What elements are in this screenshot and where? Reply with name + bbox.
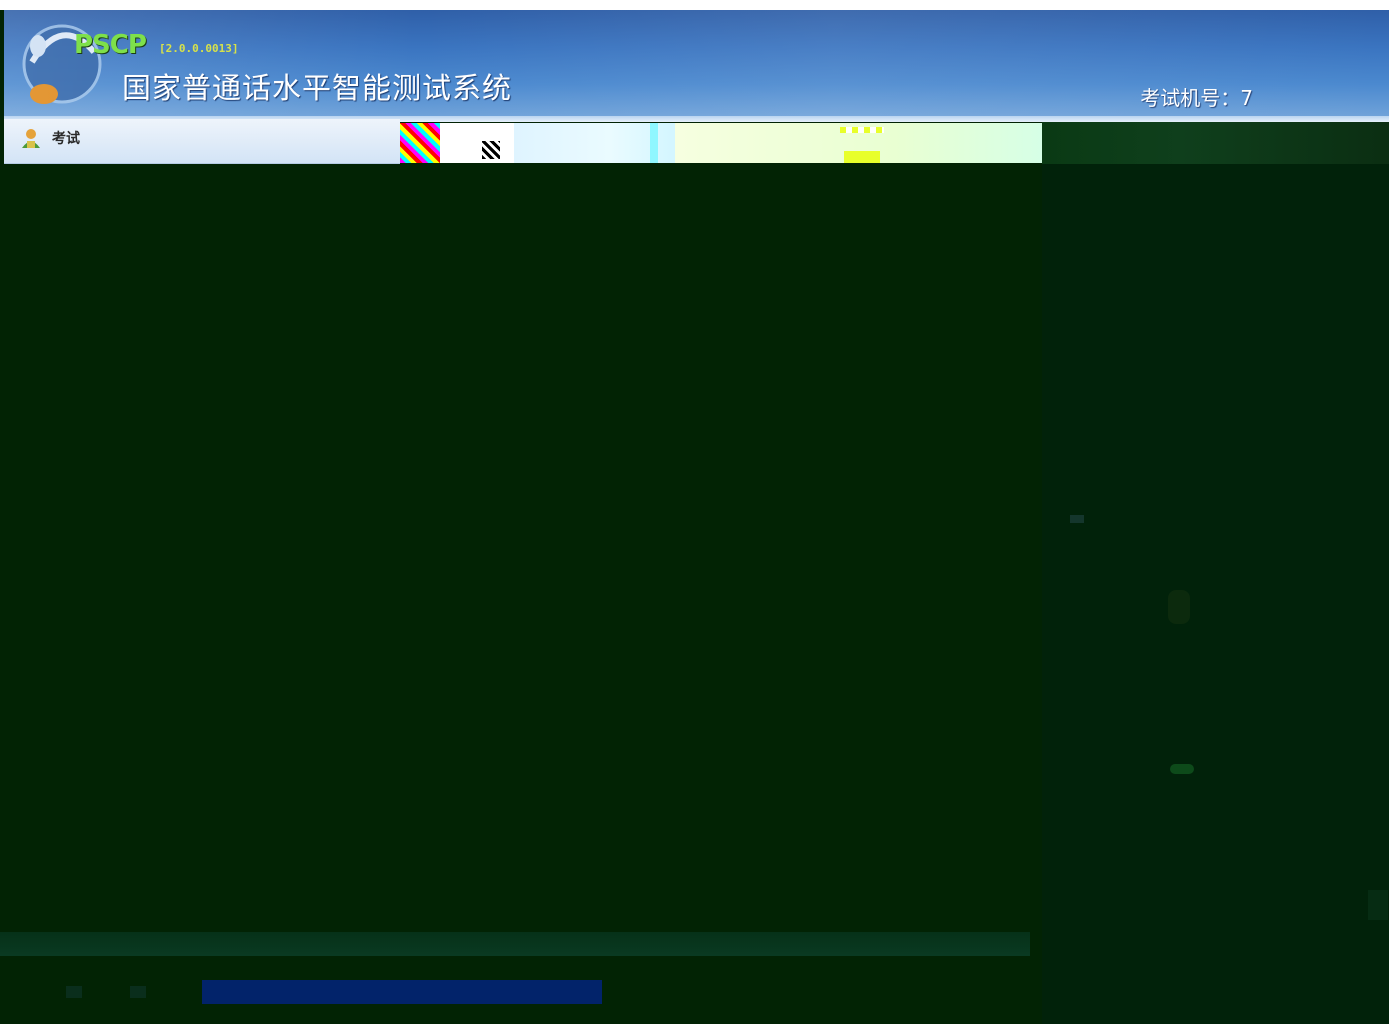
progress-bar	[202, 980, 602, 1004]
right-panel-marker	[1170, 764, 1194, 774]
artifact-block	[844, 151, 880, 163]
rendering-artifact-strip	[400, 123, 1042, 163]
version-label: [2.0.0.0013]	[159, 42, 239, 55]
artifact-block	[482, 141, 500, 159]
examiner-person-icon	[22, 129, 40, 148]
bottom-icon	[66, 986, 82, 998]
menu-item-exam[interactable]: 考试	[20, 127, 80, 149]
artifact-block	[650, 123, 658, 163]
artifact-block	[840, 127, 884, 133]
right-panel	[1042, 122, 1389, 1024]
bottom-icon	[130, 986, 146, 998]
brand-logo-text: PSCP	[74, 30, 147, 60]
menu-item-label: 考试	[52, 131, 80, 147]
app-window: PSCP [2.0.0.0013] 国家普通话水平智能测试系统 考试机号：7 考…	[0, 0, 1389, 1024]
right-panel-header	[1042, 122, 1389, 164]
machine-number: 考试机号：7	[1140, 86, 1253, 110]
right-panel-marker	[1070, 515, 1084, 523]
right-panel-marker	[1168, 590, 1190, 624]
right-panel-edge	[1368, 890, 1388, 920]
app-header: PSCP [2.0.0.0013] 国家普通话水平智能测试系统 考试机号：7	[4, 10, 1389, 116]
top-strip	[0, 0, 1389, 10]
app-title: 国家普通话水平智能测试系统	[122, 71, 513, 105]
menu-bar: 考试	[4, 119, 400, 164]
headphones-globe-icon	[22, 24, 102, 104]
bottom-status-bar	[0, 932, 1030, 956]
artifact-block	[400, 123, 440, 163]
